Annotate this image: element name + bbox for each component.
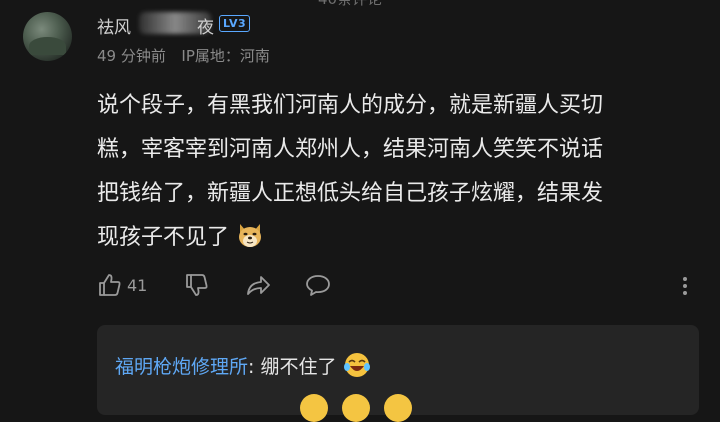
emoji-icon — [342, 394, 370, 422]
avatar[interactable] — [23, 12, 72, 61]
comment-meta: 49 分钟前 IP属地：河南 — [97, 45, 270, 66]
comment-bubble-icon — [306, 275, 330, 296]
reply-author[interactable]: 福明枪炮修理所 — [115, 356, 248, 378]
laugh-cry-emoji-icon — [343, 353, 370, 377]
dislike-button[interactable] — [184, 272, 210, 298]
redaction-smudge — [139, 12, 211, 34]
reaction-emojis — [300, 394, 412, 422]
ip-location: IP属地：河南 — [181, 47, 270, 65]
comment-line-last: 现孩子不见了 — [97, 216, 697, 260]
thumbs-up-icon — [99, 274, 121, 296]
comment-time: 49 分钟前 — [97, 47, 166, 65]
share-button[interactable] — [244, 272, 272, 298]
reply-separator: : — [248, 356, 255, 378]
reply-line: 福明枪炮修理所: 绷不住了 — [115, 351, 371, 379]
comment-count-header: 40条评论 — [318, 0, 382, 9]
comment-actions: 41 — [97, 272, 697, 302]
comment-line: 说个段子，有黑我们河南人的成分，就是新疆人买切 — [97, 93, 604, 118]
level-badge: LV3 — [219, 15, 251, 32]
like-count: 41 — [127, 275, 148, 295]
comment-line: 现孩子不见了 — [97, 225, 230, 250]
more-vertical-icon — [683, 277, 687, 295]
emoji-icon — [300, 394, 328, 422]
username-text: 祛风 — [97, 18, 131, 38]
thumbs-down-icon — [186, 274, 208, 296]
comment-body: 说个段子，有黑我们河南人的成分，就是新疆人买切 糕，宰客宰到河南人郑州人，结果河… — [97, 84, 697, 260]
doge-emoji-icon — [239, 224, 262, 247]
reply-button[interactable] — [304, 272, 332, 298]
more-options-button[interactable] — [678, 274, 692, 302]
share-icon — [247, 276, 270, 295]
like-button[interactable]: 41 — [97, 272, 147, 298]
reply-text: 绷不住了 — [260, 356, 337, 378]
comment-line: 把钱给了，新疆人正想低头给自己孩子炫耀，结果发 — [97, 181, 604, 206]
comment-line: 糕，宰客宰到河南人郑州人，结果河南人笑笑不说话 — [97, 137, 604, 162]
emoji-icon — [384, 394, 412, 422]
